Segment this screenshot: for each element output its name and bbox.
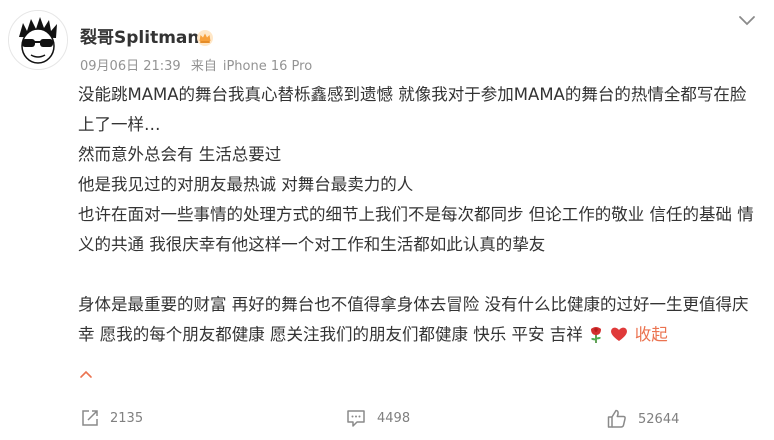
paragraph: 他是我见过的对朋友最热诚 对舞台最卖力的人 [78, 175, 414, 194]
collapse-link[interactable]: 收起 [635, 325, 668, 344]
chevron-up-icon[interactable] [79, 366, 93, 378]
post-date[interactable]: 09月06日 21:39 [80, 59, 181, 74]
heart-icon [609, 324, 629, 344]
share-icon [82, 410, 98, 426]
paragraph: 没能跳MAMA的舞台我真心替栎鑫感到遗憾 就像我对于参加MAMA的舞台的热情全都… [78, 85, 747, 134]
repost-button[interactable]: 2135 [80, 408, 143, 428]
avatar[interactable] [8, 10, 68, 70]
comment-icon [347, 410, 365, 427]
post-meta: 09月06日 21:39 来自 iPhone 16 Pro [80, 59, 312, 75]
crown-icon [196, 29, 214, 47]
rose-icon [586, 324, 606, 344]
author-name[interactable]: 裂哥Splitman [80, 27, 199, 49]
thumbs-up-icon [607, 409, 626, 428]
paragraph: 然而意外总会有 生活总要过 [78, 145, 282, 164]
comment-button[interactable]: 4498 [345, 408, 410, 428]
post-content: 没能跳MAMA的舞台我真心替栎鑫感到遗憾 就像我对于参加MAMA的舞台的热情全都… [78, 80, 758, 350]
source-prefix: 来自 [190, 59, 217, 74]
comment-count: 4498 [377, 410, 411, 426]
action-bar: 2135 4498 52644 [0, 400, 774, 440]
device-name: iPhone 16 Pro [222, 59, 313, 74]
paragraph-last: 身体是最重要的财富 再好的舞台也不值得拿身体去冒险 没有什么比健康的过好一生更值… [78, 290, 758, 350]
like-button[interactable]: 52644 [606, 408, 679, 430]
chevron-down-icon[interactable] [738, 14, 756, 28]
paragraph: 也许在面对一些事情的处理方式的细节上我们不是每次都同步 但论工作的敬业 信任的基… [78, 205, 754, 254]
repost-count: 2135 [110, 410, 144, 426]
like-count: 52644 [638, 411, 680, 427]
